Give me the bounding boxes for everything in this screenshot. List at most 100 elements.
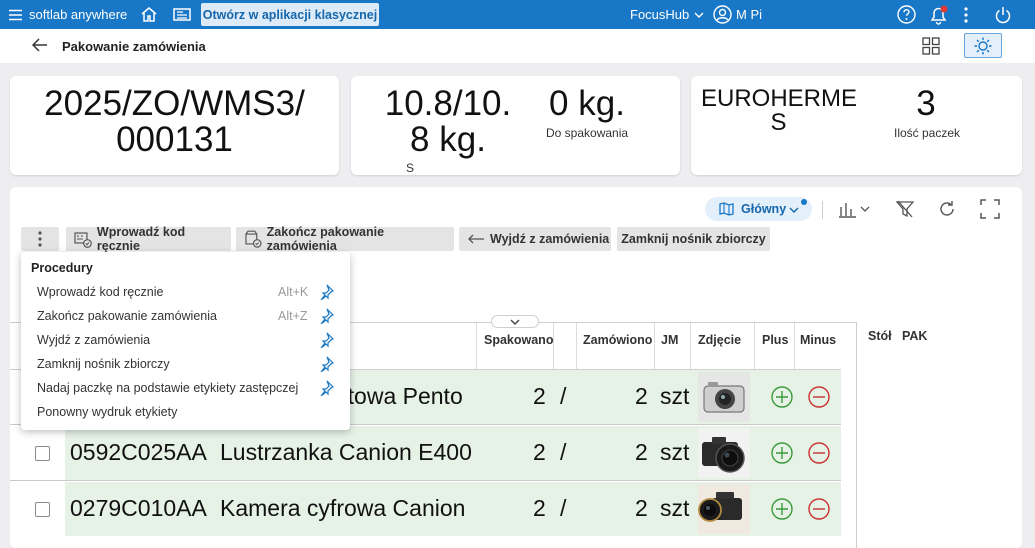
pin-icon[interactable]	[318, 308, 334, 324]
column-divider	[690, 323, 691, 369]
chevron-down-icon	[510, 319, 520, 325]
menu-item-exit-order[interactable]: Wyjdź z zamówienia	[21, 328, 350, 352]
plus-circle-icon[interactable]	[771, 386, 793, 408]
minus-circle-icon[interactable]	[808, 498, 830, 520]
order-number-card: 2025/ZO/WMS3/ 000131	[10, 76, 339, 175]
open-classic-app-button[interactable]: Otwórz w aplikacji klasycznej	[201, 3, 379, 26]
unit: szt	[660, 383, 690, 409]
product-name: Lustrzanka Canion E400	[220, 439, 472, 465]
lightbulb-icon	[974, 37, 992, 54]
order-number-line1: 2025/ZO/WMS3/	[44, 84, 305, 123]
user-menu[interactable]: M Pi	[713, 0, 762, 29]
minus-circle-icon[interactable]	[808, 442, 830, 464]
row-checkbox[interactable]	[35, 446, 50, 461]
close-carrier-button[interactable]: Zamknij nośnik zbiorczy	[617, 227, 770, 251]
enter-code-manually-button[interactable]: Wprowadź kod ręcznie	[66, 225, 231, 253]
package-count-label: Ilość paczek	[894, 126, 961, 140]
package-check-icon	[245, 230, 262, 248]
product-code: 0279C010AA	[70, 495, 207, 521]
chart-button[interactable]	[837, 200, 871, 223]
app-logo[interactable]: softlab anywhere	[29, 0, 127, 29]
page-header: Pakowanie zamówienia	[0, 29, 1035, 63]
menu-item-shortcut: Alt+Z	[278, 309, 308, 323]
exit-order-label: Wyjdź z zamówienia	[490, 232, 610, 246]
menu-item-shortcut: Alt+K	[278, 285, 309, 299]
product-photo-compact-camera[interactable]	[698, 372, 750, 422]
row-border	[10, 480, 841, 481]
exit-order-button[interactable]: Wyjdź z zamówienia	[459, 227, 611, 251]
user-icon	[713, 5, 732, 24]
menu-item-reprint-label[interactable]: Ponowny wydruk etykiety	[21, 400, 350, 424]
column-header-packed[interactable]: Spakowano	[484, 333, 553, 347]
column-header-photo[interactable]: Zdjęcie	[698, 333, 741, 347]
ordered-qty: 2	[635, 383, 648, 409]
procedures-menu-button[interactable]	[21, 227, 59, 251]
pin-icon[interactable]	[318, 284, 334, 300]
enter-code-manually-label: Wprowadź kod ręcznie	[96, 225, 186, 253]
column-divider	[754, 323, 755, 369]
table-row[interactable]: 0279C010AA Kamera cyfrowa Canion 2 / 2 s…	[10, 482, 841, 537]
keyboard-check-icon	[74, 232, 92, 248]
page-title: Pakowanie zamówienia	[62, 39, 206, 54]
power-icon[interactable]	[994, 0, 1012, 29]
column-divider	[553, 323, 554, 369]
fullscreen-icon[interactable]	[980, 199, 1000, 224]
menu-item-ship-by-substitute-label[interactable]: Nadaj paczkę na podstawie etykiety zastę…	[21, 376, 350, 400]
menu-item-label: Zamknij nośnik zbiorczy	[37, 357, 170, 371]
carrier-name-line2: S	[770, 109, 787, 136]
packed-weight-caption: S	[406, 161, 415, 175]
product-photo-dslr-camera[interactable]	[698, 428, 750, 478]
table-row[interactable]: 0592C025AA Lustrzanka Canion E400 2 / 2 …	[10, 426, 841, 481]
menu-item-close-carrier[interactable]: Zamknij nośnik zbiorczy	[21, 352, 350, 376]
menu-item-label: Nadaj paczkę na podstawie etykiety zastę…	[37, 381, 299, 395]
more-vertical-icon	[38, 231, 42, 247]
order-number-line2: 000131	[116, 120, 233, 159]
column-header-ordered[interactable]: Zamówiono	[583, 333, 652, 347]
plus-circle-icon[interactable]	[771, 442, 793, 464]
column-header-minus[interactable]: Minus	[800, 333, 836, 347]
news-icon[interactable]	[173, 0, 191, 29]
hamburger-menu-icon[interactable]	[9, 0, 22, 29]
pin-icon[interactable]	[318, 380, 334, 396]
finish-packing-button[interactable]: Zakończ pakowanie zamówienia	[236, 225, 454, 253]
side-column-table[interactable]: Stół	[868, 329, 892, 343]
row-checkbox[interactable]	[35, 502, 50, 517]
menu-title: Procedury	[31, 261, 93, 275]
filter-icon[interactable]	[895, 200, 915, 223]
to-pack-value: 0 kg.	[549, 84, 625, 123]
collapse-toggle[interactable]	[491, 315, 539, 328]
workspace-selector[interactable]: FocusHub	[630, 0, 704, 29]
packed-weight-line1: 10.8/10.	[384, 84, 512, 123]
chevron-down-icon	[694, 12, 704, 18]
column-header-unit[interactable]: JM	[661, 333, 678, 347]
menu-item-label: Wprowadź kod ręcznie	[37, 285, 164, 299]
view-selector-label: Główny	[741, 202, 787, 216]
back-arrow-icon[interactable]	[31, 38, 48, 57]
minus-circle-icon[interactable]	[808, 386, 830, 408]
pin-icon[interactable]	[318, 332, 334, 348]
side-column-pak[interactable]: PAK	[902, 329, 927, 343]
home-icon[interactable]	[140, 0, 158, 29]
product-name: rtowa Pento	[340, 383, 463, 409]
user-name: M Pi	[736, 7, 762, 22]
weight-card: 10.8/10. 8 kg. S 0 kg. Do spakowania	[351, 76, 680, 175]
product-code: 0592C025AA	[70, 439, 207, 465]
menu-item-finish-packing[interactable]: Zakończ pakowanie zamówienia Alt+Z	[21, 304, 350, 328]
plus-circle-icon[interactable]	[771, 498, 793, 520]
pin-icon[interactable]	[318, 356, 334, 372]
menu-item-label: Wyjdź z zamówienia	[37, 333, 151, 347]
help-icon[interactable]	[897, 0, 916, 29]
view-selector[interactable]: Główny	[705, 197, 812, 221]
workspace-label: FocusHub	[630, 7, 690, 22]
dashboard-layout-icon[interactable]	[922, 37, 940, 60]
focus-mode-toggle[interactable]	[964, 33, 1002, 58]
menu-item-enter-code[interactable]: Wprowadź kod ręcznie Alt+K	[21, 280, 350, 304]
column-header-plus[interactable]: Plus	[762, 333, 788, 347]
notifications-bell-icon[interactable]	[928, 0, 950, 29]
ordered-qty: 2	[635, 495, 648, 521]
top-bar: softlab anywhere Otwórz w aplikacji klas…	[0, 0, 1035, 29]
more-options-icon[interactable]	[963, 0, 969, 29]
refresh-icon[interactable]	[938, 200, 956, 223]
procedures-menu: Procedury Wprowadź kod ręcznie Alt+K Zak…	[21, 252, 350, 430]
product-photo-video-camera[interactable]	[698, 484, 750, 534]
